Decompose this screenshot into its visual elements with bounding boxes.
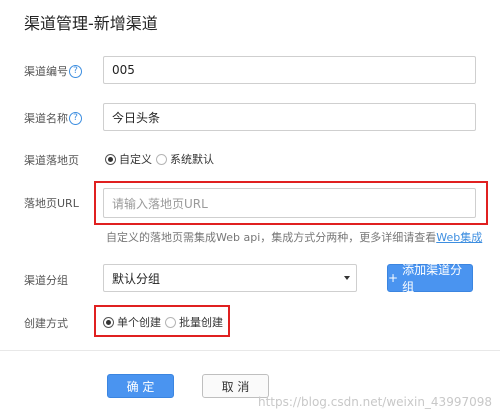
- confirm-button[interactable]: 确 定: [107, 374, 174, 398]
- web-integration-link[interactable]: Web集成: [436, 231, 482, 244]
- radio-checked-icon[interactable]: [105, 153, 116, 165]
- landing-type-option-label: 系统默认: [170, 153, 214, 166]
- plus-icon: +: [388, 271, 399, 285]
- add-channel-group-button[interactable]: + 添加渠道分组: [387, 263, 473, 294]
- dropdown-arrow-icon[interactable]: [344, 276, 350, 280]
- page-title: 渠道管理-新增渠道: [24, 14, 158, 33]
- channel-id-value: 005: [112, 63, 135, 77]
- help-icon[interactable]: ?: [69, 111, 82, 125]
- channel-group-select[interactable]: 默认分组: [103, 264, 357, 292]
- create-mode-option-batch[interactable]: 批量创建: [165, 314, 223, 330]
- landing-type-option-custom[interactable]: 自定义: [105, 151, 152, 167]
- create-mode-label: 创建方式: [24, 317, 68, 330]
- help-icon[interactable]: ?: [69, 64, 82, 78]
- hint-text: 自定义的落地页需集成Web api，集成方式分两种，更多详细请查看: [106, 231, 437, 244]
- landing-url-placeholder: 请输入落地页URL: [112, 196, 208, 211]
- landing-type-radio-group: 自定义 系统默认: [105, 151, 218, 167]
- channel-name-input[interactable]: 今日头条: [103, 103, 476, 131]
- landing-url-label: 落地页URL: [24, 197, 79, 210]
- create-mode-option-label: 批量创建: [179, 316, 223, 329]
- watermark: https://blog.csdn.net/weixin_43997098: [257, 395, 492, 409]
- channel-name-value: 今日头条: [112, 110, 161, 125]
- radio-checked-icon[interactable]: [103, 316, 114, 328]
- add-channel-group-label: 添加渠道分组: [402, 263, 463, 294]
- channel-id-input[interactable]: 005: [103, 56, 476, 84]
- channel-id-label-text: 渠道编号: [24, 65, 68, 78]
- create-mode-radio-group: 单个创建 批量创建: [103, 314, 227, 330]
- form-divider: [0, 350, 500, 351]
- channel-id-label: 渠道编号 ?: [24, 63, 82, 79]
- channel-name-label-text: 渠道名称: [24, 112, 68, 125]
- channel-name-label: 渠道名称 ?: [24, 110, 82, 126]
- landing-type-label: 渠道落地页: [24, 154, 79, 167]
- radio-unchecked-icon[interactable]: [156, 153, 167, 165]
- landing-url-input[interactable]: 请输入落地页URL: [103, 188, 476, 218]
- create-mode-option-single[interactable]: 单个创建: [103, 314, 161, 330]
- landing-url-hint: 自定义的落地页需集成Web api，集成方式分两种，更多详细请查看Web集成: [106, 229, 482, 245]
- channel-group-label: 渠道分组: [24, 274, 68, 287]
- landing-type-option-label: 自定义: [119, 153, 152, 166]
- create-mode-option-label: 单个创建: [117, 316, 161, 329]
- landing-type-option-default[interactable]: 系统默认: [156, 151, 214, 167]
- channel-group-value: 默认分组: [112, 271, 161, 286]
- radio-unchecked-icon[interactable]: [165, 316, 176, 328]
